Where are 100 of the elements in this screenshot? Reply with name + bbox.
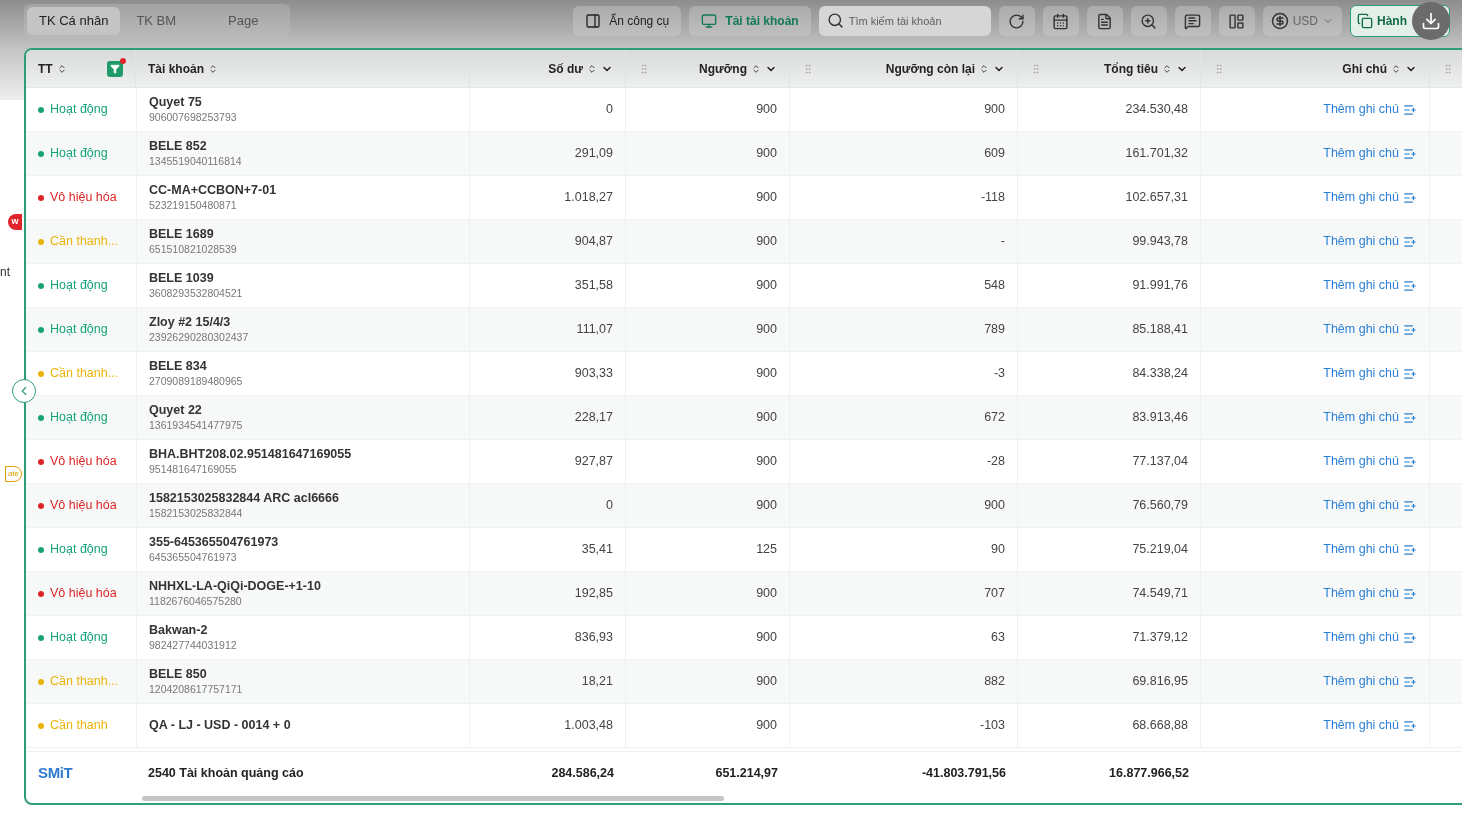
table-cell-text: -118 [980, 189, 1005, 207]
account-id: 1361934541477975 [149, 418, 244, 432]
table-cell-text: 900 [756, 409, 777, 427]
column-header[interactable]: Ngưỡng [626, 50, 790, 87]
table-cell-text: -28 [986, 453, 1005, 471]
note-edit-icon [1403, 410, 1417, 425]
note-edit-icon [1403, 498, 1417, 513]
add-note-link[interactable]: Thêm ghi chú [1323, 144, 1399, 163]
table-cell-text: 351,58 [574, 277, 613, 295]
table-cell-text: 900 [756, 189, 777, 207]
table-cell-text: 111,07 [576, 321, 613, 339]
status-text: Hoạt động [50, 629, 108, 647]
tab[interactable]: TK BM [124, 7, 189, 35]
table-cell-text: -3 [993, 365, 1005, 383]
note-edit-icon [1403, 234, 1417, 249]
calendar-button[interactable] [1042, 6, 1079, 36]
account-id: 1182676046575280 [149, 594, 243, 608]
add-note-link[interactable]: Thêm ghi chú [1323, 628, 1399, 647]
status-text: Vô hiệu hóa [50, 189, 117, 207]
column-header[interactable]: Ghi chú [1201, 50, 1430, 87]
status-text: Hoạt động [50, 277, 108, 295]
account-name: Zloy #2 15/4/3 [149, 315, 232, 331]
table-cell-text: 0 [606, 497, 613, 515]
account-id: 982427744031912 [149, 638, 238, 652]
table-cell-text: 75.219,04 [1132, 541, 1188, 559]
sort-icon [587, 63, 597, 74]
status-text: Vô hiệu hóa [50, 585, 117, 603]
total-cell-text: 16.877.966,52 [1109, 765, 1189, 783]
account-name: BELE 1039 [149, 271, 215, 287]
search-field[interactable]: Tìm kiếm tài khoản [818, 6, 991, 36]
note-edit-icon [1403, 630, 1417, 645]
sort-icon [208, 63, 218, 74]
table-cell-text: 900 [756, 497, 777, 515]
add-note-link[interactable]: Thêm ghi chú [1323, 716, 1399, 735]
report-button[interactable] [1086, 6, 1123, 36]
note-edit-icon [1403, 718, 1417, 733]
layout-button[interactable] [1218, 6, 1255, 36]
table-cell-text: 85.188,41 [1132, 321, 1188, 339]
table-cell-text: 161.701,32 [1125, 145, 1188, 163]
table-cell-text: 900 [756, 233, 777, 251]
download-accounts-button[interactable]: Tải tài khoản [689, 6, 811, 36]
drag-handle-icon [802, 62, 814, 75]
sort-icon [979, 63, 989, 74]
status-text: Cần thanh [50, 717, 108, 735]
account-id: 1204208617757171 [149, 682, 244, 696]
add-note-link[interactable]: Thêm ghi chú [1323, 540, 1399, 559]
collapse-button[interactable] [12, 379, 36, 403]
table-cell-text: 903,33 [574, 365, 613, 383]
table-cell-text: 900 [756, 629, 777, 647]
refresh-icon [1008, 12, 1026, 30]
note-edit-icon [1403, 674, 1417, 689]
hide-tools-button[interactable]: Ẩn công cụ [573, 6, 682, 36]
table-cell-text: 900 [984, 101, 1005, 119]
copy-icon [1357, 13, 1373, 29]
account-name: 1582153025832844 ARC acl6666 [149, 491, 340, 507]
table-cell-text: 125 [756, 541, 777, 559]
sort-icon [56, 63, 67, 74]
add-note-link[interactable]: Thêm ghi chú [1323, 672, 1399, 691]
status-pill: ate [4, 466, 22, 482]
account-id: 523219150480871 [149, 198, 238, 212]
note-edit-icon [1403, 102, 1417, 117]
add-note-link[interactable]: Thêm ghi chú [1323, 408, 1399, 427]
status-text: Hoạt động [50, 145, 108, 163]
account-id: 651510821028539 [149, 242, 238, 256]
add-note-link[interactable]: Thêm ghi chú [1323, 320, 1399, 339]
refresh-button[interactable] [998, 6, 1035, 36]
add-note-link[interactable]: Thêm ghi chú [1323, 584, 1399, 603]
table-cell-text: 91.991,76 [1132, 277, 1188, 295]
table-cell-text: 927,87 [574, 453, 613, 471]
note-edit-icon [1403, 322, 1417, 337]
column-header[interactable]: Ngưỡng còn lại [790, 50, 1018, 87]
add-note-link[interactable]: Thêm ghi chú [1323, 276, 1399, 295]
column-header[interactable]: Tài khoản [136, 50, 470, 87]
tab[interactable]: TK Cá nhân [27, 7, 121, 35]
scrollbar-thumb[interactable] [142, 796, 724, 801]
column-header[interactable]: TT [26, 50, 136, 87]
currency-dropdown[interactable]: USD [1262, 6, 1342, 36]
calendar-icon [1052, 12, 1070, 30]
monitor-icon [701, 13, 718, 29]
account-name: QA - LJ - USD - 0014 + 0 [149, 717, 292, 734]
table-cell-text: -103 [979, 717, 1005, 735]
table-cell-text: 99.943,78 [1132, 233, 1188, 251]
add-note-link[interactable]: Thêm ghi chú [1323, 188, 1399, 207]
drag-handle-icon [638, 62, 650, 75]
add-note-link[interactable]: Thêm ghi chú [1323, 452, 1399, 471]
status-text: Cần thanh... [50, 233, 119, 251]
column-header[interactable]: Tổng tiêu [1018, 50, 1201, 87]
add-note-link[interactable]: Thêm ghi chú [1323, 496, 1399, 515]
add-note-link[interactable]: Thêm ghi chú [1323, 364, 1399, 383]
status-text: Hoạt động [50, 101, 108, 119]
account-name: BELE 834 [149, 359, 208, 375]
zoom-button[interactable] [1130, 6, 1167, 36]
message-button[interactable] [1174, 6, 1211, 36]
table-cell-text: 900 [756, 365, 777, 383]
column-header[interactable]: Số dư [470, 50, 626, 87]
add-note-link[interactable]: Thêm ghi chú [1323, 232, 1399, 251]
add-note-link[interactable]: Thêm ghi chú [1323, 100, 1399, 119]
panel-icon [585, 13, 602, 29]
filter-icon[interactable] [107, 60, 123, 77]
tab[interactable]: Page [216, 7, 271, 35]
